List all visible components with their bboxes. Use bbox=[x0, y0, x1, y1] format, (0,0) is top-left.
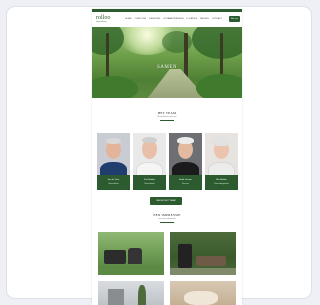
team-member-role: Uitvaartbegeleider bbox=[214, 183, 229, 185]
impression-figure bbox=[104, 250, 126, 264]
impressions-subheading: van onze uitvaarten bbox=[158, 218, 176, 220]
hero-foliage bbox=[192, 27, 242, 59]
team-subheading: Maak kennis met ons bbox=[157, 116, 177, 118]
impression-photo[interactable] bbox=[98, 281, 164, 305]
team-member-role: Uitvaartleider bbox=[144, 183, 155, 185]
menu-item-home[interactable]: Home bbox=[125, 18, 132, 21]
menu-item-nieuws[interactable]: Nieuws bbox=[200, 18, 209, 21]
site-header: rolloo uitvaartzorg Home Over ons Dienst… bbox=[92, 12, 242, 27]
team-member-card[interactable]: Henk Jansen Directeur bbox=[169, 133, 202, 190]
team-member-photo bbox=[169, 133, 202, 175]
header-call-button-label: Bel ons bbox=[231, 18, 238, 20]
menu-item-diensten[interactable]: Diensten bbox=[149, 18, 160, 21]
impression-building bbox=[108, 289, 124, 305]
team-member-photo bbox=[97, 133, 130, 175]
impression-photo[interactable] bbox=[170, 232, 236, 275]
impression-flowers bbox=[184, 291, 218, 305]
menu-item-locaties[interactable]: Locaties bbox=[186, 18, 197, 21]
impression-photo[interactable] bbox=[170, 281, 236, 305]
team-member-card[interactable]: Piet Bakker Uitvaartleider bbox=[133, 133, 166, 190]
menu-item-over-ons[interactable]: Over ons bbox=[135, 18, 147, 21]
team-member-caption: Ria Mulder Uitvaartbegeleider bbox=[205, 175, 238, 190]
team-member-name: Piet Bakker bbox=[143, 179, 156, 181]
menu-item-uitvaartwensen[interactable]: Uitvaartwensen bbox=[163, 18, 183, 21]
view-team-button-label: Bekijk het team bbox=[156, 200, 176, 202]
impression-path bbox=[170, 268, 236, 275]
team-member-name: Jan de Vries bbox=[107, 179, 120, 181]
impression-figure bbox=[128, 248, 142, 264]
impressions-heading: Een Impressie bbox=[153, 213, 181, 217]
team-member-photo bbox=[205, 133, 238, 175]
site-logo-tagline: uitvaartzorg bbox=[96, 21, 107, 23]
team-member-caption: Piet Bakker Uitvaartleider bbox=[133, 175, 166, 190]
main-menu: Home Over ons Diensten Uitvaartwensen Lo… bbox=[125, 18, 222, 21]
team-member-name: Henk Jansen bbox=[179, 179, 192, 181]
menu-item-contact[interactable]: Contact bbox=[212, 18, 222, 21]
hero-tree-trunk bbox=[184, 33, 188, 79]
impressions-divider bbox=[160, 222, 174, 223]
website-preview: rolloo uitvaartzorg Home Over ons Dienst… bbox=[92, 9, 242, 305]
team-divider bbox=[160, 120, 174, 121]
team-member-card[interactable]: Jan de Vries Uitvaartleider bbox=[97, 133, 130, 190]
impression-photo[interactable] bbox=[98, 232, 164, 275]
view-team-button[interactable]: Bekijk het team bbox=[150, 197, 182, 205]
team-member-role: Directeur bbox=[181, 183, 190, 185]
impression-grass bbox=[98, 265, 164, 275]
team-member-caption: Henk Jansen Directeur bbox=[169, 175, 202, 190]
team-member-card[interactable]: Ria Mulder Uitvaartbegeleider bbox=[205, 133, 238, 190]
impression-tree bbox=[138, 285, 146, 305]
team-member-role: Uitvaartleider bbox=[108, 183, 119, 185]
impression-casket bbox=[196, 256, 226, 266]
team-member-name: Ria Mulder bbox=[216, 179, 227, 181]
team-member-photo bbox=[133, 133, 166, 175]
hero-bush bbox=[92, 76, 138, 98]
hero-bush bbox=[196, 74, 242, 98]
impression-figure bbox=[178, 244, 192, 268]
hero-title: Samen bbox=[156, 65, 177, 70]
hero-banner: Samen bbox=[92, 27, 242, 98]
team-heading: Het Team bbox=[157, 111, 177, 115]
team-member-caption: Jan de Vries Uitvaartleider bbox=[97, 175, 130, 190]
header-call-button[interactable]: Bel ons bbox=[229, 16, 240, 22]
